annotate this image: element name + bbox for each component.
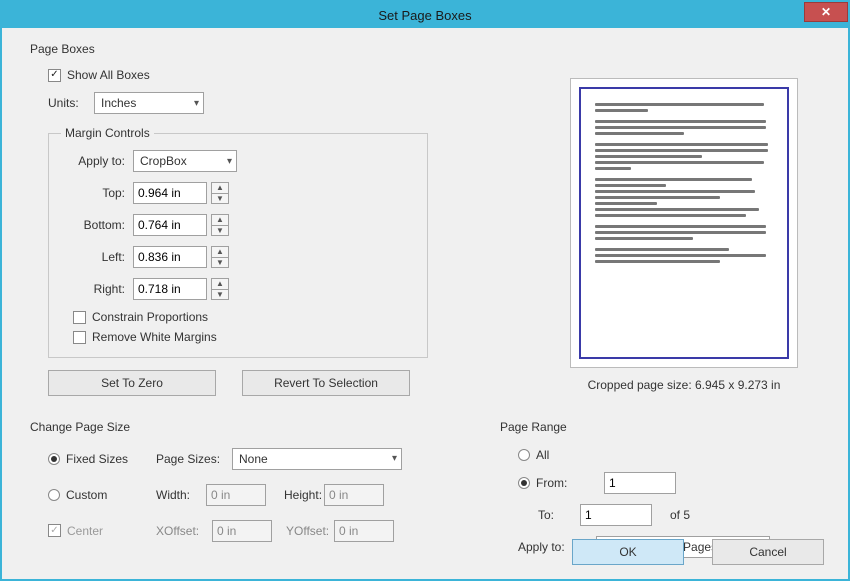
- yoffset-input[interactable]: [334, 520, 394, 542]
- cancel-label: Cancel: [749, 545, 786, 559]
- height-label: Height:: [266, 488, 324, 502]
- chevron-down-icon: ▾: [227, 156, 232, 167]
- chevron-down-icon: ▾: [194, 98, 199, 109]
- chevron-down-icon: ▾: [392, 453, 397, 464]
- units-label: Units:: [48, 96, 94, 110]
- margin-left-input[interactable]: [133, 246, 207, 268]
- constrain-proportions-checkbox[interactable]: Constrain Proportions: [73, 310, 208, 324]
- revert-label: Revert To Selection: [274, 376, 378, 390]
- custom-radio[interactable]: Custom: [48, 488, 156, 502]
- margin-right-spinbox[interactable]: ▲ ▼: [133, 278, 229, 300]
- margin-bottom-input[interactable]: [133, 214, 207, 236]
- show-all-boxes-label: Show All Boxes: [67, 68, 150, 82]
- height-input[interactable]: [324, 484, 384, 506]
- spin-buttons[interactable]: ▲ ▼: [211, 278, 229, 300]
- units-select[interactable]: Inches ▾: [94, 92, 204, 114]
- margin-applyto-value: CropBox: [140, 154, 187, 168]
- range-all-label: All: [536, 448, 549, 462]
- margin-controls-group: Margin Controls Apply to: CropBox ▾ Top:: [48, 126, 428, 358]
- xoffset-input[interactable]: [212, 520, 272, 542]
- show-all-boxes-checkbox[interactable]: ✓ Show All Boxes: [48, 68, 150, 82]
- remove-white-margins-checkbox[interactable]: Remove White Margins: [73, 330, 217, 344]
- checkbox-icon: [73, 311, 86, 324]
- radio-icon: [48, 453, 60, 465]
- spin-up-icon[interactable]: ▲: [212, 279, 228, 289]
- page-sizes-label: Page Sizes:: [156, 452, 232, 466]
- footer-buttons: OK Cancel: [572, 539, 824, 565]
- margin-bottom-label: Bottom:: [69, 218, 133, 232]
- margin-top-spinbox[interactable]: ▲ ▼: [133, 182, 229, 204]
- close-button[interactable]: ✕: [804, 2, 848, 22]
- margin-right-input[interactable]: [133, 278, 207, 300]
- margin-bottom-spinbox[interactable]: ▲ ▼: [133, 214, 229, 236]
- revert-to-selection-button[interactable]: Revert To Selection: [242, 370, 410, 396]
- units-value: Inches: [101, 96, 136, 110]
- page-sizes-value: None: [239, 452, 268, 466]
- dialog-window: Set Page Boxes ✕ Page Boxes ✓ Show All B…: [0, 0, 850, 581]
- fixed-sizes-radio[interactable]: Fixed Sizes: [48, 452, 156, 466]
- check-icon: ✓: [48, 524, 61, 537]
- margin-applyto-select[interactable]: CropBox ▾: [133, 150, 237, 172]
- spin-up-icon[interactable]: ▲: [212, 215, 228, 225]
- spin-up-icon[interactable]: ▲: [212, 183, 228, 193]
- change-page-size-heading: Change Page Size: [30, 420, 460, 434]
- remove-white-margins-label: Remove White Margins: [92, 330, 217, 344]
- preview-page: [579, 87, 789, 359]
- preview-frame: [570, 78, 798, 368]
- titlebar: Set Page Boxes ✕: [2, 2, 848, 28]
- range-of-label: of 5: [652, 508, 690, 522]
- page-sizes-select[interactable]: None ▾: [232, 448, 402, 470]
- constrain-proportions-label: Constrain Proportions: [92, 310, 208, 324]
- checkbox-icon: [73, 331, 86, 344]
- margin-applyto-label: Apply to:: [69, 154, 133, 168]
- margin-left-spinbox[interactable]: ▲ ▼: [133, 246, 229, 268]
- spin-up-icon[interactable]: ▲: [212, 247, 228, 257]
- margin-left-label: Left:: [69, 250, 133, 264]
- check-icon: ✓: [48, 69, 61, 82]
- range-from-label: From:: [536, 476, 567, 490]
- range-to-label: To:: [538, 508, 580, 522]
- range-from-radio[interactable]: From:: [518, 476, 604, 490]
- client-area: Page Boxes ✓ Show All Boxes Units: Inche…: [2, 28, 848, 579]
- yoffset-label: YOffset:: [272, 524, 334, 538]
- radio-icon: [48, 489, 60, 501]
- ok-label: OK: [619, 545, 636, 559]
- spin-buttons[interactable]: ▲ ▼: [211, 214, 229, 236]
- range-to-input[interactable]: [580, 504, 652, 526]
- ok-button[interactable]: OK: [572, 539, 684, 565]
- cancel-button[interactable]: Cancel: [712, 539, 824, 565]
- spin-down-icon[interactable]: ▼: [212, 289, 228, 300]
- radio-icon: [518, 477, 530, 489]
- window-title: Set Page Boxes: [378, 8, 471, 23]
- spin-buttons[interactable]: ▲ ▼: [211, 246, 229, 268]
- spin-down-icon[interactable]: ▼: [212, 193, 228, 204]
- center-checkbox[interactable]: ✓ Center: [48, 524, 156, 538]
- xoffset-label: XOffset:: [156, 524, 212, 538]
- set-to-zero-button[interactable]: Set To Zero: [48, 370, 216, 396]
- custom-label: Custom: [66, 488, 107, 502]
- center-label: Center: [67, 524, 103, 538]
- margin-top-input[interactable]: [133, 182, 207, 204]
- width-input[interactable]: [206, 484, 266, 506]
- preview-panel: Cropped page size: 6.945 x 9.273 in: [548, 78, 820, 392]
- range-all-radio[interactable]: All: [518, 448, 549, 462]
- margin-controls-legend: Margin Controls: [61, 126, 154, 140]
- close-icon: ✕: [821, 5, 831, 19]
- radio-icon: [518, 449, 530, 461]
- preview-caption: Cropped page size: 6.945 x 9.273 in: [548, 378, 820, 392]
- width-label: Width:: [156, 488, 206, 502]
- spin-down-icon[interactable]: ▼: [212, 225, 228, 236]
- range-from-input[interactable]: [604, 472, 676, 494]
- page-boxes-heading: Page Boxes: [30, 42, 830, 56]
- page-range-heading: Page Range: [500, 420, 830, 434]
- fixed-sizes-label: Fixed Sizes: [66, 452, 128, 466]
- margin-top-label: Top:: [69, 186, 133, 200]
- spin-down-icon[interactable]: ▼: [212, 257, 228, 268]
- margin-right-label: Right:: [69, 282, 133, 296]
- set-to-zero-label: Set To Zero: [101, 376, 163, 390]
- spin-buttons[interactable]: ▲ ▼: [211, 182, 229, 204]
